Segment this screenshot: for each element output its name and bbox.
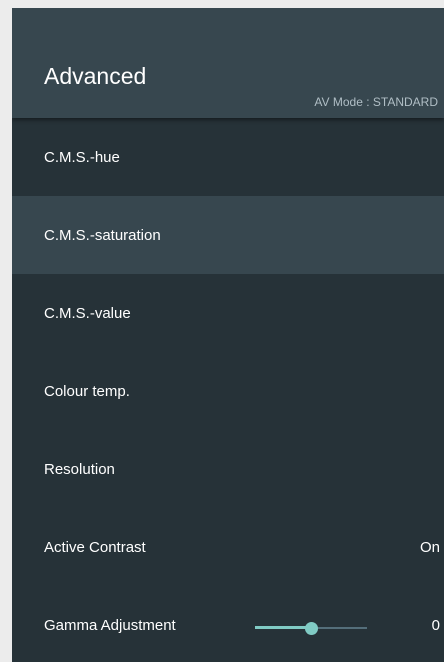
menu-item-label: Active Contrast xyxy=(44,538,146,556)
menu-item-label: Gamma Adjustment xyxy=(44,616,176,634)
menu-item-active-contrast[interactable]: Active Contrast On xyxy=(12,508,444,586)
menu-item-cms-saturation[interactable]: C.M.S.-saturation xyxy=(12,196,444,274)
settings-menu: C.M.S.-hue C.M.S.-saturation C.M.S.-valu… xyxy=(12,118,444,662)
menu-item-label: C.M.S.-saturation xyxy=(44,226,161,244)
menu-item-label: Colour temp. xyxy=(44,382,130,400)
menu-item-label: C.M.S.-hue xyxy=(44,148,120,166)
advanced-settings-panel: Advanced AV Mode : STANDARD C.M.S.-hue C… xyxy=(12,8,444,662)
av-mode-label: AV Mode : STANDARD xyxy=(314,95,438,109)
menu-item-cms-value[interactable]: C.M.S.-value xyxy=(12,274,444,352)
menu-item-label: Resolution xyxy=(44,460,115,478)
panel-header: Advanced AV Mode : STANDARD xyxy=(12,8,444,118)
active-contrast-value: On xyxy=(419,538,440,556)
page-title: Advanced xyxy=(44,63,147,89)
gamma-slider[interactable] xyxy=(255,622,367,636)
menu-item-cms-hue[interactable]: C.M.S.-hue xyxy=(12,118,444,196)
menu-item-resolution[interactable]: Resolution xyxy=(12,430,444,508)
screen-frame: Advanced AV Mode : STANDARD C.M.S.-hue C… xyxy=(0,0,444,662)
menu-item-gamma-adjustment[interactable]: Gamma Adjustment 0 xyxy=(12,586,444,662)
menu-item-colour-temp[interactable]: Colour temp. xyxy=(12,352,444,430)
menu-item-label: C.M.S.-value xyxy=(44,304,131,322)
gamma-slider-thumb[interactable] xyxy=(305,622,318,635)
gamma-slider-fill xyxy=(255,626,311,629)
gamma-value: 0 xyxy=(431,616,440,634)
